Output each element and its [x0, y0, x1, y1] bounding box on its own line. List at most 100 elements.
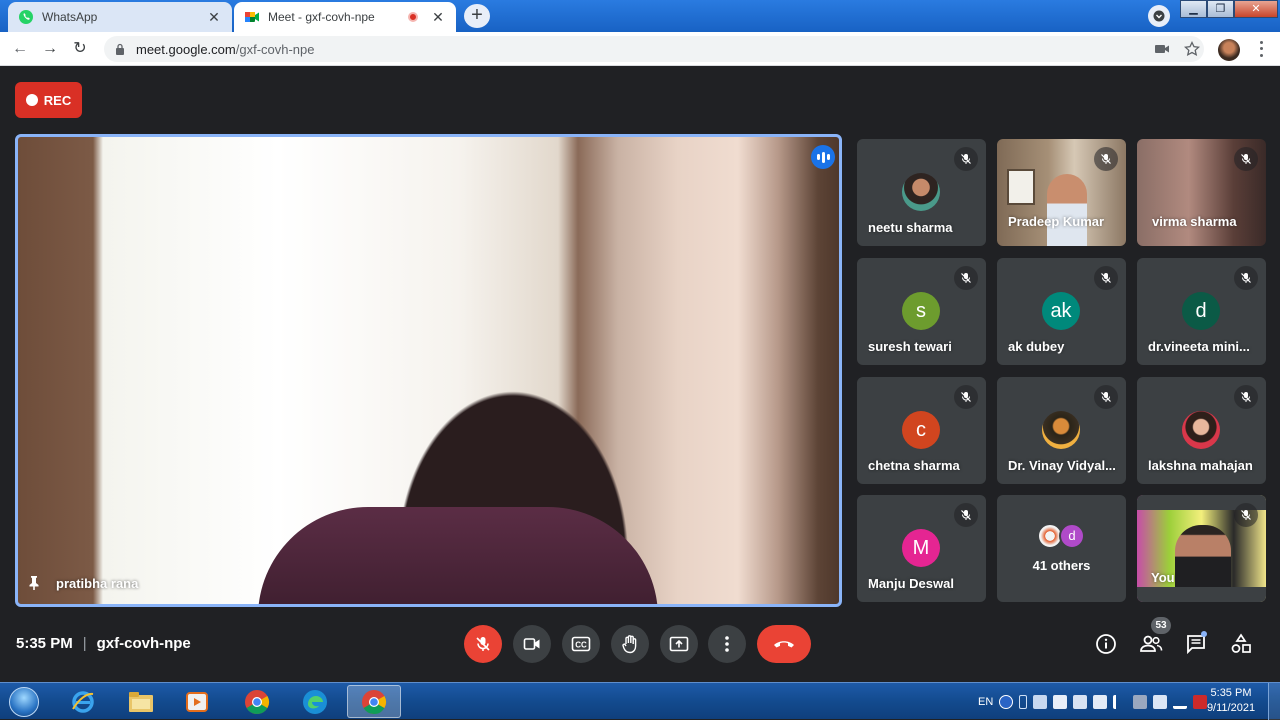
url-path: /gxf-covh-npe: [235, 41, 315, 57]
participant-count-badge: 53: [1151, 617, 1171, 634]
tab-whatsapp[interactable]: WhatsApp ✕: [8, 2, 232, 32]
camera-toggle-button[interactable]: [513, 625, 551, 663]
main-speaker-tile[interactable]: pratibha rana: [15, 134, 842, 607]
minimize-button[interactable]: ▁: [1180, 0, 1207, 18]
new-tab-button[interactable]: +: [464, 4, 490, 28]
tray-app-icon[interactable]: [1053, 694, 1068, 709]
activities-button[interactable]: [1227, 630, 1255, 658]
os-taskbar: EN 5:35 PM 9/11/2021: [0, 682, 1280, 720]
participant-tile[interactable]: c chetna sharma: [857, 377, 986, 484]
captions-button[interactable]: CC: [562, 625, 600, 663]
system-clock[interactable]: 5:35 PM 9/11/2021: [1200, 686, 1262, 716]
pin-icon[interactable]: [28, 575, 40, 591]
mic-off-icon: [1234, 147, 1258, 171]
avatar: d: [1182, 292, 1220, 330]
profile-avatar[interactable]: [1218, 39, 1240, 61]
info-icon: [1096, 634, 1116, 654]
close-window-button[interactable]: ✕: [1234, 0, 1278, 18]
others-tile[interactable]: d 41 others: [997, 495, 1126, 602]
url-host: meet.google.com: [136, 41, 236, 57]
tray-app-icon[interactable]: [1033, 694, 1048, 709]
tray-app-icon[interactable]: [1073, 694, 1088, 709]
raise-hand-icon: [622, 635, 637, 654]
mic-off-icon: [954, 385, 978, 409]
divider: |: [82, 635, 87, 652]
captions-icon: CC: [571, 636, 591, 652]
browser-tab-strip: WhatsApp ✕ Meet - gxf-covh-npe ✕ + ▁ ❐ ✕: [0, 0, 1280, 32]
tray-app-icon[interactable]: [1153, 694, 1168, 709]
avatar: d: [1059, 523, 1085, 549]
present-screen-button[interactable]: [660, 625, 698, 663]
participant-video: [1007, 169, 1035, 205]
record-dot-icon: [25, 94, 38, 106]
participant-tile[interactable]: lakshna mahajan: [1137, 377, 1266, 484]
avatar: c: [902, 411, 940, 449]
participant-tile[interactable]: M Manju Deswal: [857, 495, 986, 602]
close-tab-icon[interactable]: ✕: [206, 9, 222, 25]
url-input[interactable]: meet.google.com/gxf-covh-npe: [104, 36, 1204, 62]
window-controls: ▁ ❐ ✕: [1180, 0, 1278, 18]
help-icon[interactable]: [999, 694, 1014, 709]
chrome-icon[interactable]: [230, 685, 284, 718]
volume-icon[interactable]: [1113, 694, 1127, 709]
mic-off-icon: [1234, 503, 1258, 527]
participant-tile[interactable]: d dr.vineeta mini...: [1137, 258, 1266, 365]
speaker-video: [258, 507, 658, 604]
reload-icon[interactable]: ↻: [70, 39, 90, 59]
raise-hand-button[interactable]: [611, 625, 649, 663]
mic-off-icon: [954, 266, 978, 290]
back-icon[interactable]: ←: [10, 39, 30, 59]
participant-tile[interactable]: ak ak dubey: [997, 258, 1126, 365]
participant-video-face: [1047, 174, 1087, 246]
tab-title: Meet - gxf-covh-npe: [268, 10, 375, 24]
participant-tile[interactable]: Pradeep Kumar: [997, 139, 1126, 246]
recording-badge[interactable]: REC: [15, 82, 82, 118]
tab-search-button[interactable]: [1148, 5, 1170, 27]
tray-app-icon[interactable]: [1133, 694, 1148, 709]
show-desktop-button[interactable]: [1268, 683, 1280, 720]
network-icon[interactable]: [1093, 694, 1108, 709]
leave-call-button[interactable]: [757, 625, 811, 663]
recording-indicator-icon: [408, 12, 418, 22]
browser-menu-icon[interactable]: [1254, 39, 1268, 59]
mic-toggle-button[interactable]: [464, 625, 502, 663]
more-options-button[interactable]: [708, 625, 746, 663]
avatar: ak: [1042, 292, 1080, 330]
participant-name: chetna sharma: [868, 458, 960, 473]
participant-tile[interactable]: virma sharma: [1137, 139, 1266, 246]
language-indicator[interactable]: EN: [978, 696, 993, 708]
mic-off-icon: [1234, 266, 1258, 290]
avatar: [902, 173, 940, 211]
participant-tile[interactable]: neetu sharma: [857, 139, 986, 246]
meeting-time: 5:35 PM: [16, 635, 73, 652]
mic-off-icon: [1094, 147, 1118, 171]
participant-tile[interactable]: Dr. Vinay Vidyal...: [997, 377, 1126, 484]
people-icon: [1140, 635, 1163, 652]
bookmark-star-icon[interactable]: [1183, 40, 1201, 58]
self-tile[interactable]: You: [1137, 495, 1266, 602]
participant-name: suresh tewari: [868, 339, 952, 354]
forward-icon[interactable]: →: [40, 39, 60, 59]
keyboard-icon[interactable]: [1019, 694, 1028, 709]
media-player-icon[interactable]: [170, 685, 224, 718]
tab-meet[interactable]: Meet - gxf-covh-npe ✕: [234, 2, 456, 32]
avatar: M: [902, 529, 940, 567]
signal-icon[interactable]: [1173, 695, 1188, 709]
mic-off-icon: [476, 637, 490, 651]
meeting-code: gxf-covh-npe: [96, 635, 191, 652]
close-tab-icon[interactable]: ✕: [430, 9, 446, 25]
participants-button[interactable]: [1137, 630, 1165, 658]
mic-off-icon: [1094, 385, 1118, 409]
edge-icon[interactable]: [288, 685, 342, 718]
camera-icon[interactable]: [1153, 40, 1171, 58]
participant-name: You: [1151, 570, 1175, 585]
participant-tile[interactable]: s suresh tewari: [857, 258, 986, 365]
file-explorer-icon[interactable]: [114, 685, 168, 718]
maximize-button[interactable]: ❐: [1207, 0, 1234, 18]
start-button[interactable]: [4, 683, 44, 720]
chrome-active-window-icon[interactable]: [347, 685, 401, 718]
internet-explorer-icon[interactable]: [56, 685, 110, 718]
hang-up-icon: [774, 641, 794, 648]
meeting-details-button[interactable]: [1092, 630, 1120, 658]
address-toolbar: ← → ↻ meet.google.com/gxf-covh-npe: [0, 32, 1280, 66]
